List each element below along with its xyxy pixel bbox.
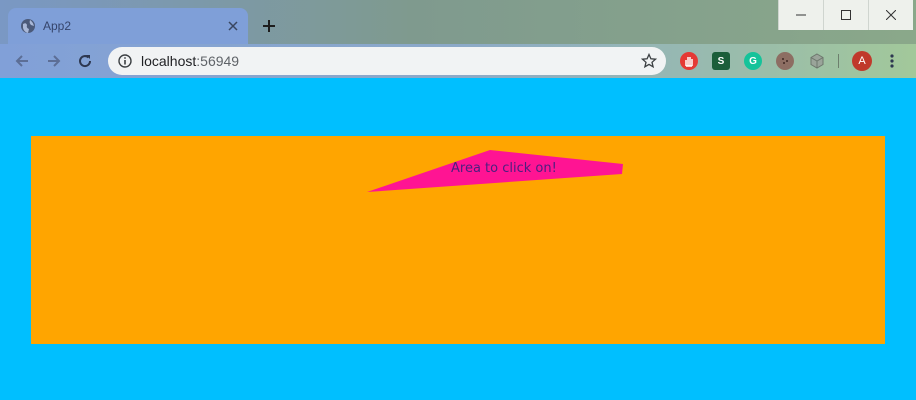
window-controls — [778, 0, 916, 30]
avatar[interactable]: A — [852, 51, 872, 71]
back-arrow-icon[interactable] — [10, 49, 34, 73]
grammarly-icon[interactable]: G — [744, 52, 762, 70]
minimize-icon[interactable] — [778, 0, 823, 30]
click-area-label[interactable]: Area to click on! — [451, 160, 557, 178]
toolbar-separator — [838, 54, 839, 68]
cookie-icon[interactable] — [776, 52, 794, 70]
adblock-icon[interactable] — [680, 52, 698, 70]
browser-tab[interactable]: App2 — [8, 8, 248, 44]
forward-arrow-icon[interactable] — [42, 49, 66, 73]
browser-window: App2 localhost:56949 S G A Area to click… — [0, 0, 916, 400]
plus-icon[interactable] — [258, 16, 280, 38]
url-host: localhost — [141, 53, 197, 69]
kebab-menu-icon[interactable] — [888, 52, 896, 70]
title-bar: App2 — [0, 0, 916, 44]
page-viewport: Area to click on! — [0, 78, 916, 400]
reload-icon[interactable] — [73, 49, 97, 73]
info-icon[interactable] — [118, 54, 132, 68]
maximize-icon[interactable] — [823, 0, 868, 30]
orange-panel: Area to click on! — [31, 136, 885, 344]
star-icon[interactable] — [640, 52, 658, 69]
close-icon[interactable] — [868, 0, 913, 30]
close-icon[interactable] — [224, 17, 242, 35]
url-port: :56949 — [196, 53, 240, 69]
tab-title: App2 — [43, 19, 72, 33]
cube-extension-icon[interactable] — [808, 52, 826, 70]
stylus-icon[interactable]: S — [712, 52, 730, 70]
globe-icon — [20, 18, 36, 34]
address-bar[interactable]: localhost:56949 — [108, 47, 666, 75]
browser-toolbar: localhost:56949 S G A — [0, 44, 916, 78]
url-text: localhost:56949 — [141, 53, 239, 69]
